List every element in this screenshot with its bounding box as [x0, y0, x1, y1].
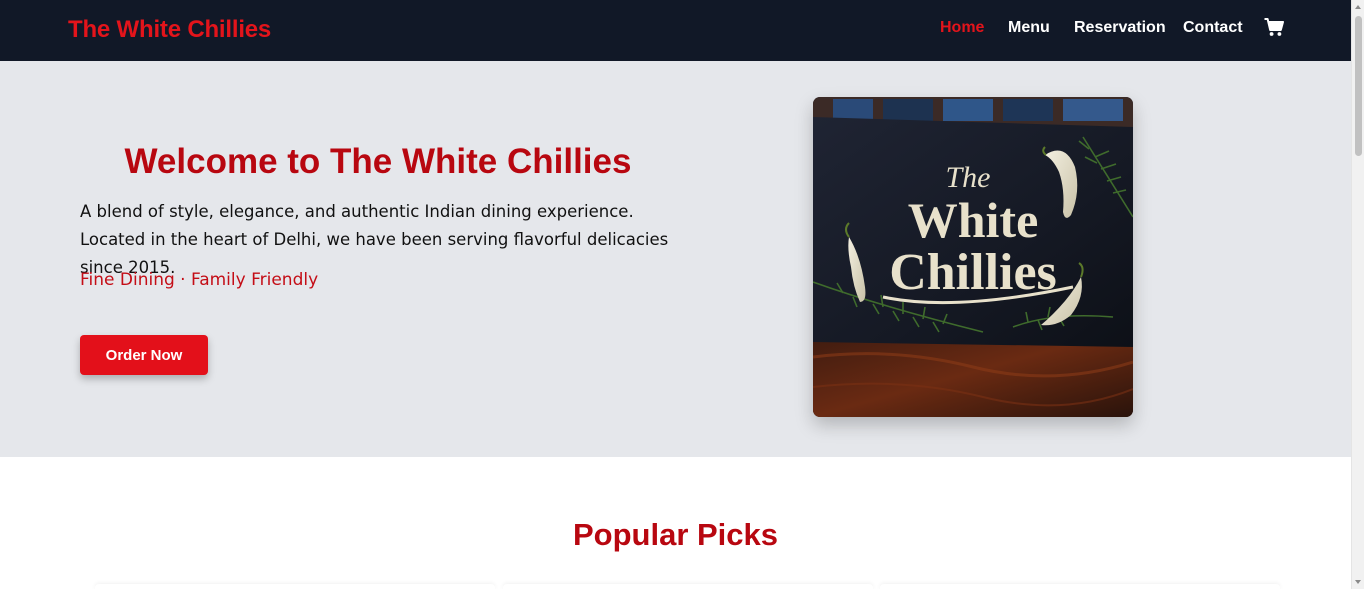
- sign-text-white: White: [908, 192, 1039, 248]
- scroll-down-arrow-icon[interactable]: [1355, 580, 1361, 584]
- vertical-scrollbar[interactable]: [1351, 0, 1364, 589]
- nav-link-reservation[interactable]: Reservation: [1074, 19, 1166, 37]
- scrollbar-thumb[interactable]: [1355, 16, 1362, 156]
- restaurant-sign-image: The White Chillies: [813, 97, 1133, 417]
- nav-link-contact[interactable]: Contact: [1183, 19, 1243, 37]
- hero-title: Welcome to The White Chillies: [124, 142, 632, 181]
- navbar: The White Chillies Home Menu Reservation…: [0, 0, 1351, 61]
- popular-card-edge: [95, 584, 495, 589]
- popular-card-edge: [503, 584, 873, 589]
- nav-links: Home Menu Reservation Contact: [0, 19, 1351, 41]
- page: The White Chillies Home Menu Reservation…: [0, 0, 1351, 589]
- sign-text-the: The: [946, 161, 991, 194]
- nav-link-menu[interactable]: Menu: [1008, 19, 1050, 37]
- hero-tags: Fine Dining · Family Friendly: [80, 270, 319, 290]
- scroll-up-arrow-icon[interactable]: [1355, 5, 1361, 9]
- popular-card-edge: [880, 584, 1280, 589]
- popular-picks-title: Popular Picks: [572, 517, 779, 552]
- shopping-cart-icon[interactable]: [1264, 17, 1284, 37]
- order-now-button[interactable]: Order Now: [80, 335, 208, 375]
- nav-link-home[interactable]: Home: [940, 19, 984, 37]
- hero-section: Welcome to The White Chillies A blend of…: [0, 61, 1351, 457]
- sign-text-chillies: Chillies: [889, 244, 1057, 301]
